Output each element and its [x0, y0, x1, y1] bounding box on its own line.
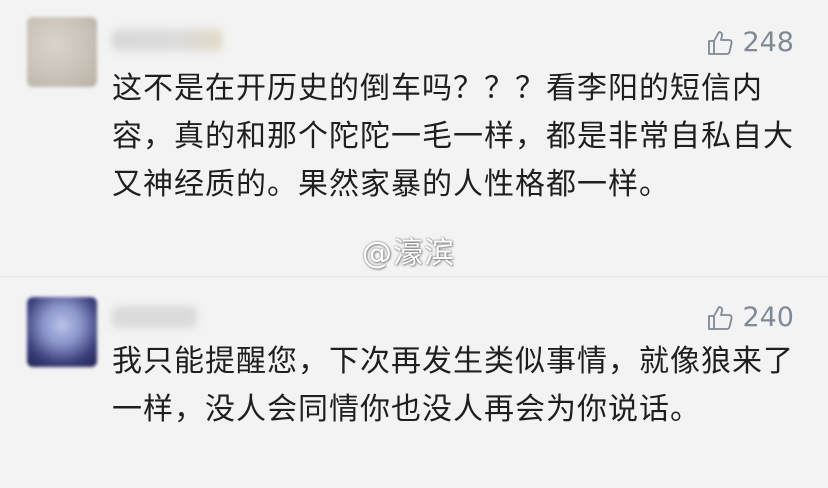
comment-text: 这不是在开历史的倒车吗？？？看李阳的短信内容，真的和那个陀陀一毛一样，都是非常自… — [112, 71, 794, 202]
username-blurred[interactable] — [112, 29, 222, 51]
comment-text: 我只能提醒您，下次再发生类似事情，就像狼来了一样，没人会同情你也没人再会为你说话… — [112, 344, 794, 427]
thumbs-up-icon — [708, 305, 733, 330]
avatar[interactable] — [27, 297, 97, 367]
avatar[interactable] — [27, 17, 97, 87]
watermark: @濠滨 — [362, 236, 455, 271]
like-button[interactable]: 248 — [706, 27, 794, 58]
like-count: 240 — [742, 302, 794, 333]
divider — [0, 276, 828, 277]
like-button[interactable]: 240 — [706, 302, 794, 333]
thumbs-up-icon — [708, 30, 733, 55]
username-blurred[interactable] — [112, 306, 197, 328]
like-count: 248 — [742, 27, 794, 58]
